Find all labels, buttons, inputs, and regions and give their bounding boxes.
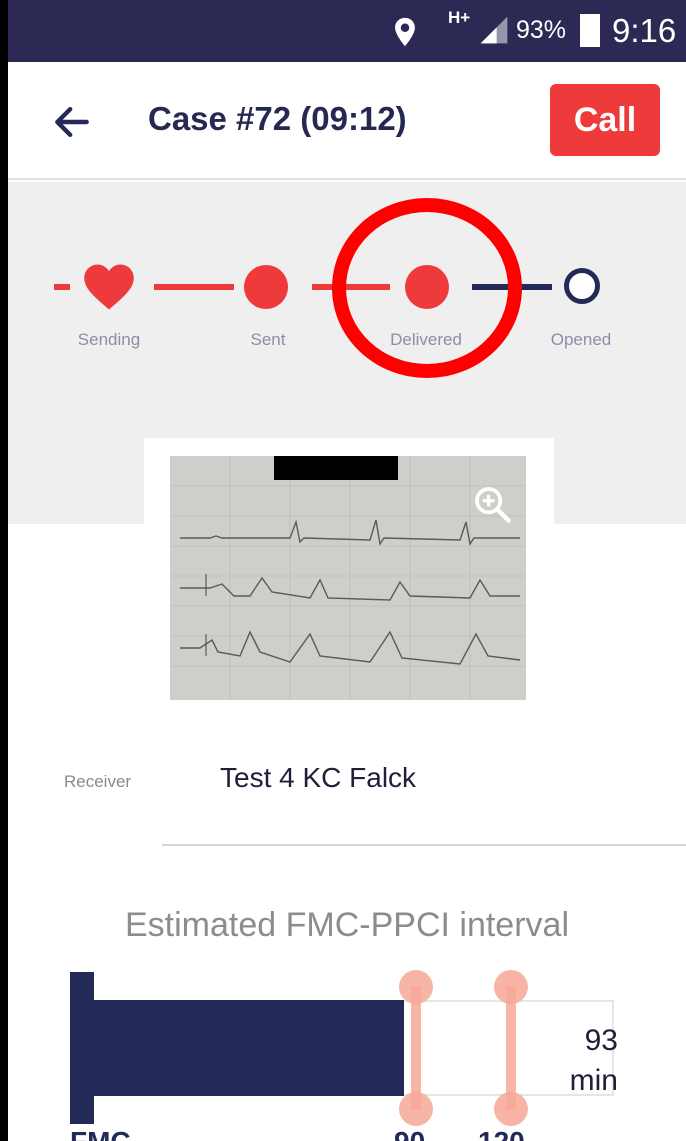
marker-90-bottom: [399, 1092, 433, 1126]
axis-label-120: 120: [478, 1126, 525, 1141]
heart-icon: [84, 264, 134, 310]
arrow-left-icon[interactable]: [50, 100, 94, 144]
page-title: Case #72 (09:12): [148, 100, 407, 137]
battery-icon: [580, 14, 600, 47]
marker-120-bottom: [494, 1092, 528, 1126]
step-label-opened: Opened: [550, 330, 612, 349]
call-button[interactable]: Call: [550, 84, 660, 156]
step-dot-opened: [564, 268, 600, 304]
status-bar: H+ 93% 9:16: [8, 0, 686, 62]
app-screen: H+ 93% 9:16 Case #72 (09:12) Call Sendin…: [8, 0, 686, 1141]
network-type: H+: [448, 8, 471, 27]
interval-title: Estimated FMC-PPCI interval: [125, 906, 569, 944]
zoom-in-icon[interactable]: [472, 484, 512, 524]
interval-value: 93: [584, 1024, 618, 1057]
battery-percent: 93%: [516, 16, 567, 44]
marker-120-top: [494, 970, 528, 1004]
interval-unit: min: [569, 1064, 618, 1097]
highlight-circle: [332, 198, 522, 378]
clock: 9:16: [612, 12, 677, 49]
axis-label-fmc: FMC: [70, 1126, 131, 1141]
location-icon: [395, 17, 415, 47]
marker-90-top: [399, 970, 433, 1004]
interval-bar-fill: [70, 1000, 404, 1096]
receiver-label: Receiver: [64, 772, 132, 791]
step-connector: [154, 284, 234, 290]
signal-icon: [480, 16, 508, 44]
axis-label-90: 90: [394, 1126, 425, 1141]
receiver-value: Test 4 KC Falck: [220, 762, 417, 793]
step-connector: [54, 284, 70, 290]
redaction-box: [274, 456, 398, 480]
divider: [162, 844, 686, 846]
step-label-sending: Sending: [77, 330, 141, 349]
step-dot-sent: [244, 265, 288, 309]
app-header: Case #72 (09:12) Call: [8, 62, 686, 180]
step-label-sent: Sent: [250, 330, 286, 349]
